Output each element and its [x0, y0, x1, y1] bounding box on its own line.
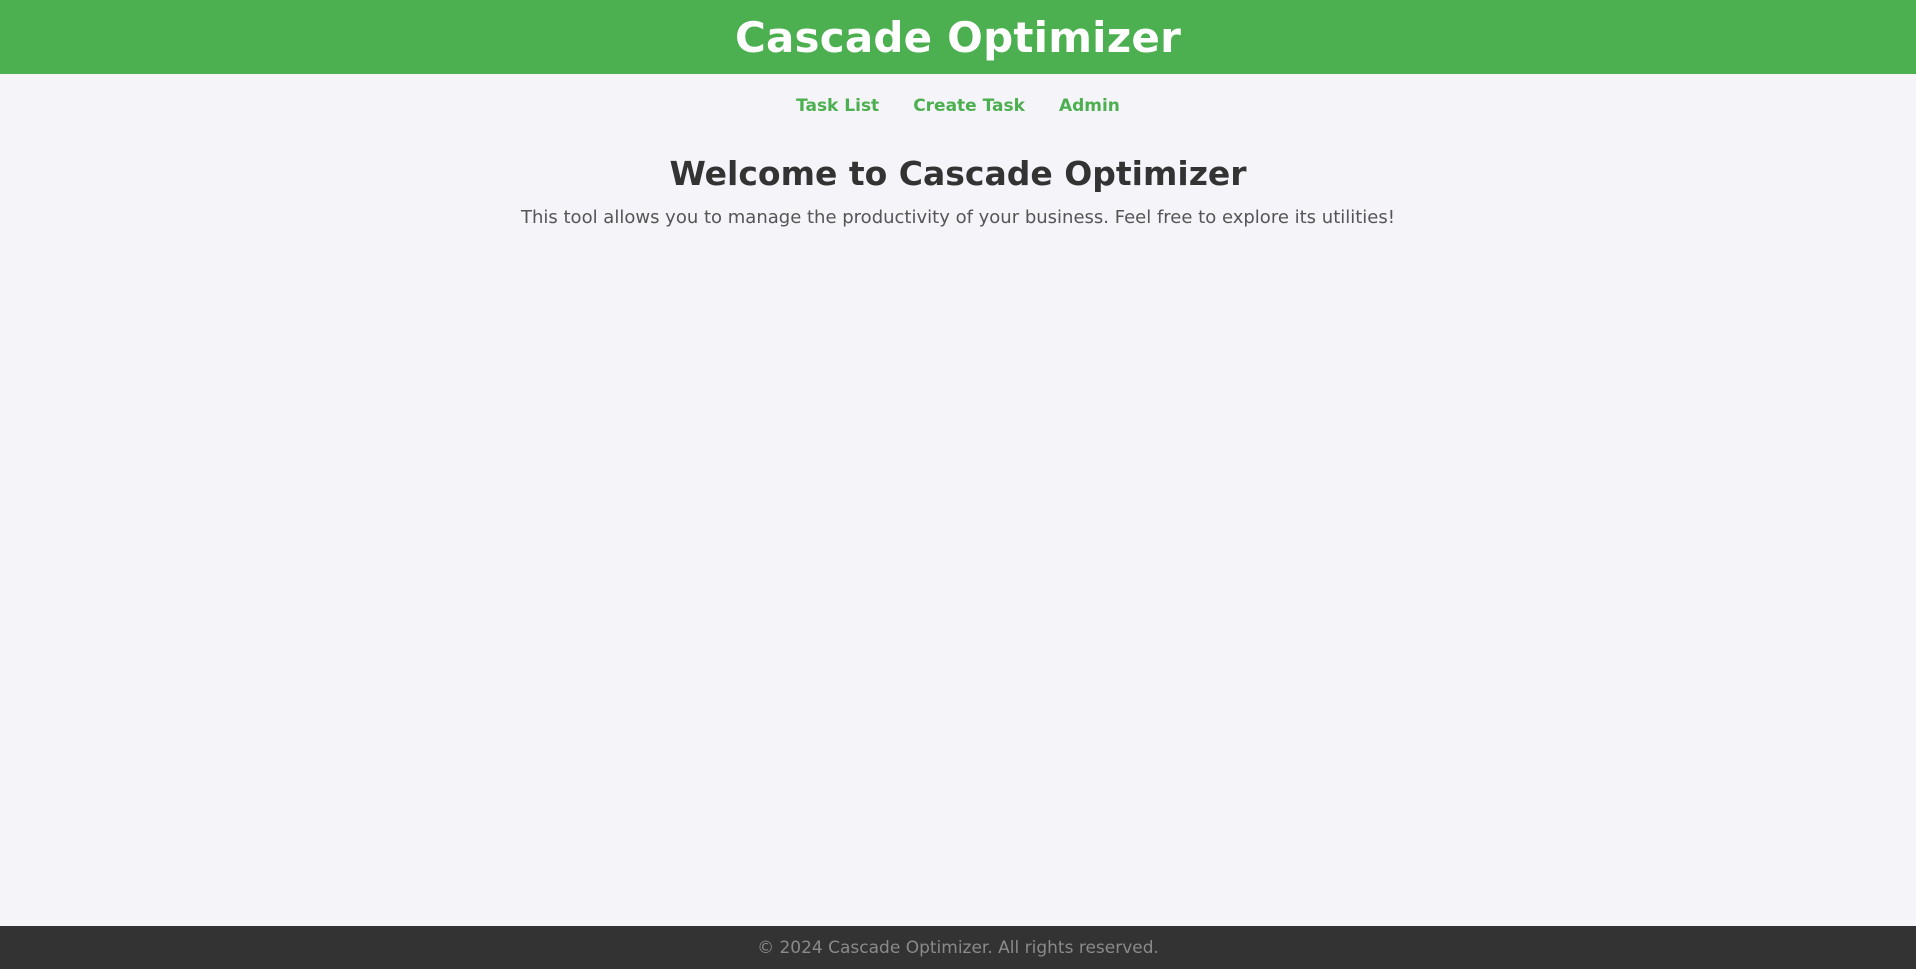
- main-nav: Task List Create Task Admin: [0, 96, 1916, 116]
- site-title: Cascade Optimizer: [734, 12, 1182, 62]
- site-footer: © 2024 Cascade Optimizer. All rights res…: [0, 926, 1916, 969]
- nav-link-create-task[interactable]: Create Task: [913, 96, 1025, 116]
- site-header: Cascade Optimizer: [0, 0, 1916, 74]
- welcome-heading: Welcome to Cascade Optimizer: [669, 154, 1247, 193]
- page: Cascade Optimizer Task List Create Task …: [0, 0, 1916, 969]
- nav-link-admin[interactable]: Admin: [1059, 96, 1120, 116]
- nav-link-task-list[interactable]: Task List: [796, 96, 879, 116]
- welcome-description: This tool allows you to manage the produ…: [521, 207, 1395, 228]
- main-content: Welcome to Cascade Optimizer This tool a…: [0, 154, 1916, 228]
- copyright-text: © 2024 Cascade Optimizer. All rights res…: [757, 937, 1159, 958]
